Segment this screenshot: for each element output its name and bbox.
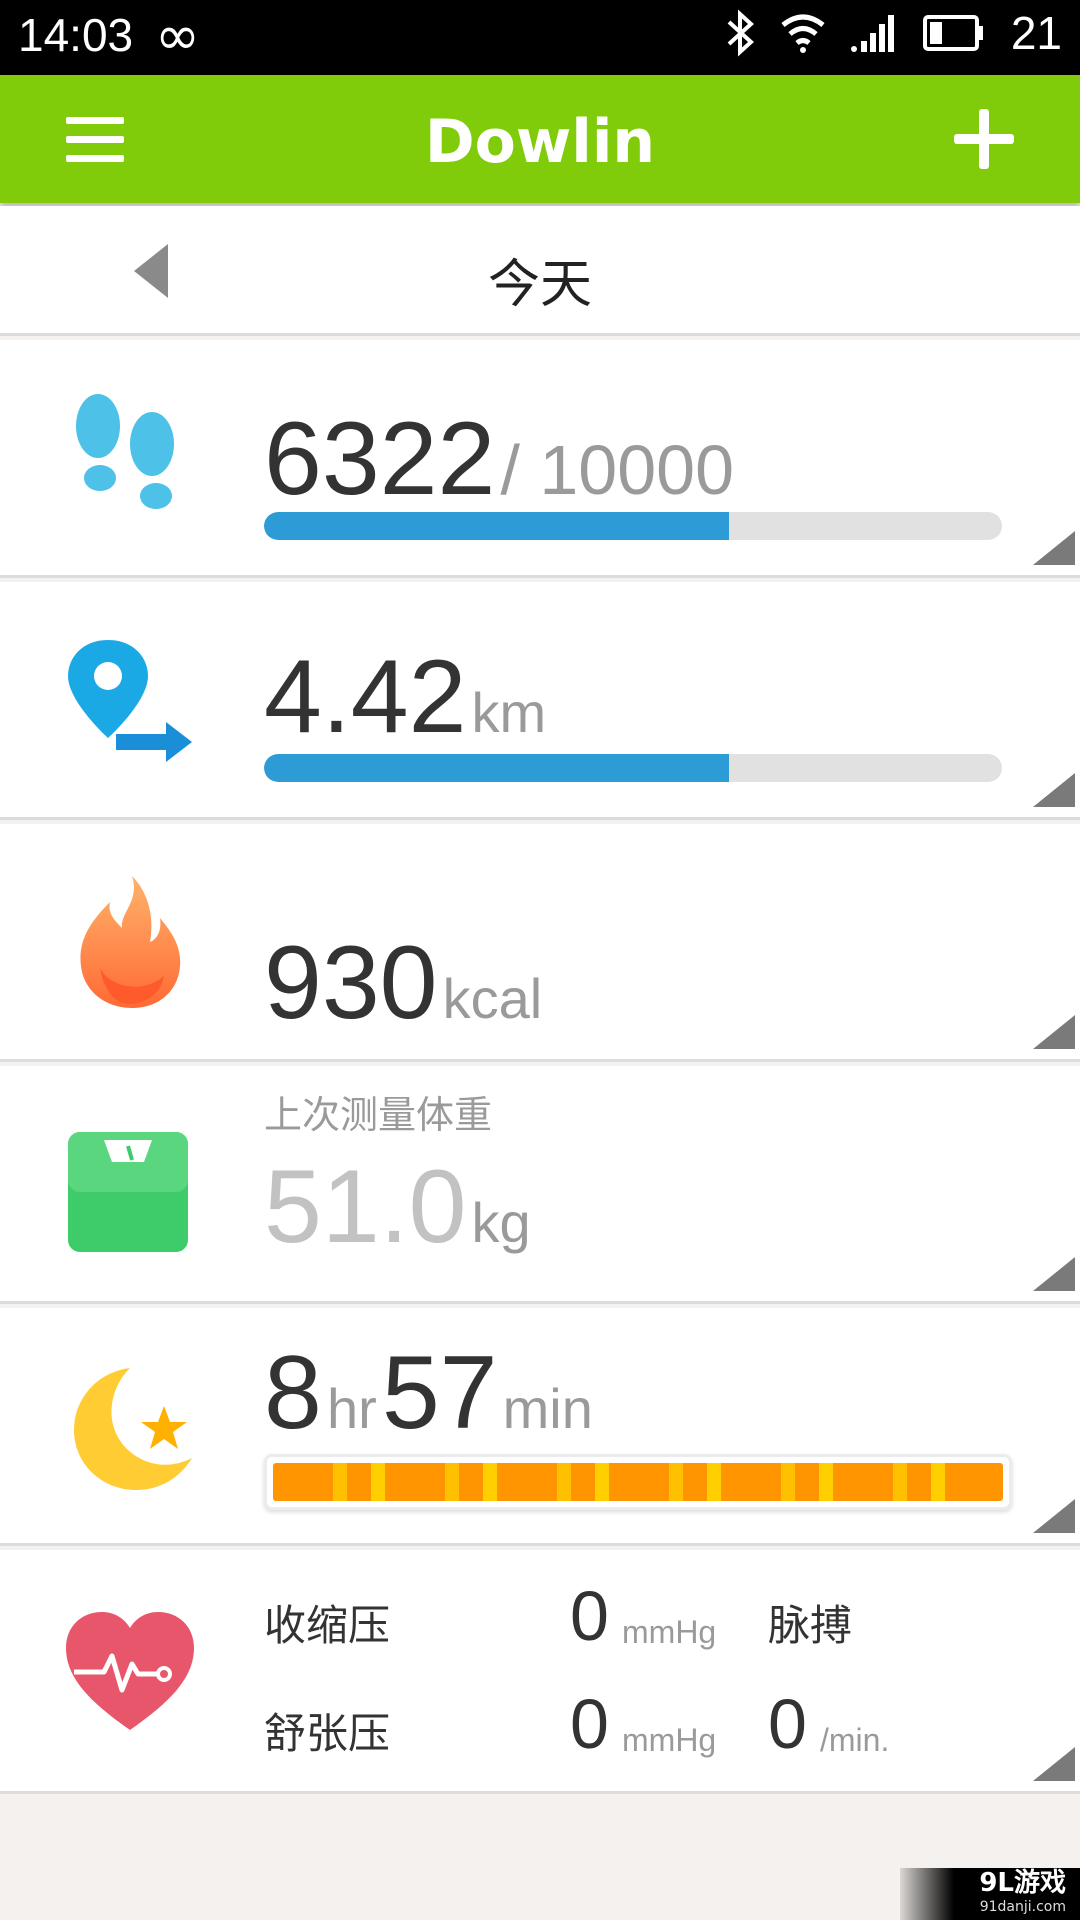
moon-star-icon	[74, 1368, 192, 1490]
steps-progress-bar	[264, 512, 1002, 540]
app-bar: Dowlin	[0, 75, 1080, 203]
calories-value: 930	[264, 925, 438, 1041]
steps-value-row: 6322 / 10000	[264, 400, 734, 519]
calories-value-row: 930 kcal	[264, 924, 542, 1043]
diastolic-label: 舒张压	[264, 1709, 391, 1758]
diastolic-value: 0	[570, 1685, 609, 1763]
sleep-value-row: 8 hr 57 min	[264, 1334, 593, 1453]
weight-value: 51.0	[264, 1149, 467, 1265]
blood-pressure-card[interactable]: 收缩压 0 mmHg 脉搏 舒张压 0 mmHg 0 /min.	[0, 1550, 1080, 1794]
steps-progress-fill	[264, 512, 729, 540]
heart-pulse-icon	[66, 1612, 194, 1730]
sleep-timeline-stripe	[273, 1463, 1003, 1501]
calories-unit: kcal	[442, 967, 543, 1030]
date-navigation: 今天	[0, 206, 1080, 336]
diastolic-unit: mmHg	[622, 1722, 717, 1758]
app-title: Dowlin	[424, 107, 656, 177]
weight-label: 上次测量体重	[264, 1093, 493, 1137]
distance-value: 4.42	[264, 639, 467, 755]
status-time: 14:03	[18, 9, 134, 61]
flame-icon	[80, 876, 181, 1008]
battery-icon	[922, 15, 983, 51]
date-label: 今天	[487, 255, 592, 315]
distance-progress-bar	[264, 754, 1002, 782]
weight-value-row: 51.0 kg	[264, 1148, 531, 1267]
sleep-hours-unit: hr	[326, 1377, 377, 1440]
battery-level: 21	[1010, 7, 1062, 59]
pulse-unit: /min.	[820, 1722, 890, 1758]
expand-corner-icon	[1033, 773, 1075, 807]
systolic-value: 0	[570, 1577, 609, 1655]
location-route-icon	[68, 640, 192, 762]
bluetooth-icon	[727, 9, 754, 57]
status-bar: 14:03 ∞ 21	[0, 0, 1080, 75]
distance-value-row: 4.42 km	[264, 638, 546, 757]
calories-card[interactable]: 930 kcal	[0, 824, 1080, 1062]
infinity-icon: ∞	[155, 4, 200, 67]
add-icon[interactable]	[954, 109, 1014, 169]
sleep-hours: 8	[264, 1335, 322, 1451]
expand-corner-icon	[1033, 1499, 1075, 1533]
wifi-icon	[781, 14, 825, 53]
weight-card[interactable]: 上次测量体重 51.0 kg	[0, 1066, 1080, 1304]
watermark: 9L游戏 91danji.com	[900, 1868, 1080, 1920]
sleep-minutes: 57	[381, 1335, 498, 1451]
distance-card[interactable]: 4.42 km	[0, 582, 1080, 820]
watermark-sub: 91danji.com	[979, 1899, 1066, 1915]
scale-icon	[68, 1132, 188, 1252]
pulse-value: 0	[768, 1685, 807, 1763]
weight-unit: kg	[471, 1191, 531, 1254]
systolic-label: 收缩压	[264, 1601, 391, 1650]
expand-corner-icon	[1033, 1015, 1075, 1049]
watermark-main: 9L游戏	[979, 1868, 1066, 1898]
systolic-unit: mmHg	[622, 1614, 717, 1650]
steps-card[interactable]: 6322 / 10000	[0, 340, 1080, 578]
distance-unit: km	[471, 681, 547, 744]
expand-corner-icon	[1033, 1257, 1075, 1291]
sleep-card[interactable]: 8 hr 57 min	[0, 1308, 1080, 1546]
sleep-minutes-unit: min	[502, 1377, 593, 1440]
sleep-timeline-bar	[264, 1454, 1012, 1510]
status-icons: 21	[725, 6, 1062, 60]
pulse-label: 脉搏	[768, 1601, 853, 1650]
steps-goal: / 10000	[500, 431, 735, 509]
signal-icon	[850, 15, 894, 52]
footprints-icon	[76, 394, 174, 509]
distance-progress-fill	[264, 754, 729, 782]
steps-value: 6322	[264, 401, 496, 517]
expand-corner-icon	[1033, 531, 1075, 565]
expand-corner-icon	[1033, 1747, 1075, 1781]
